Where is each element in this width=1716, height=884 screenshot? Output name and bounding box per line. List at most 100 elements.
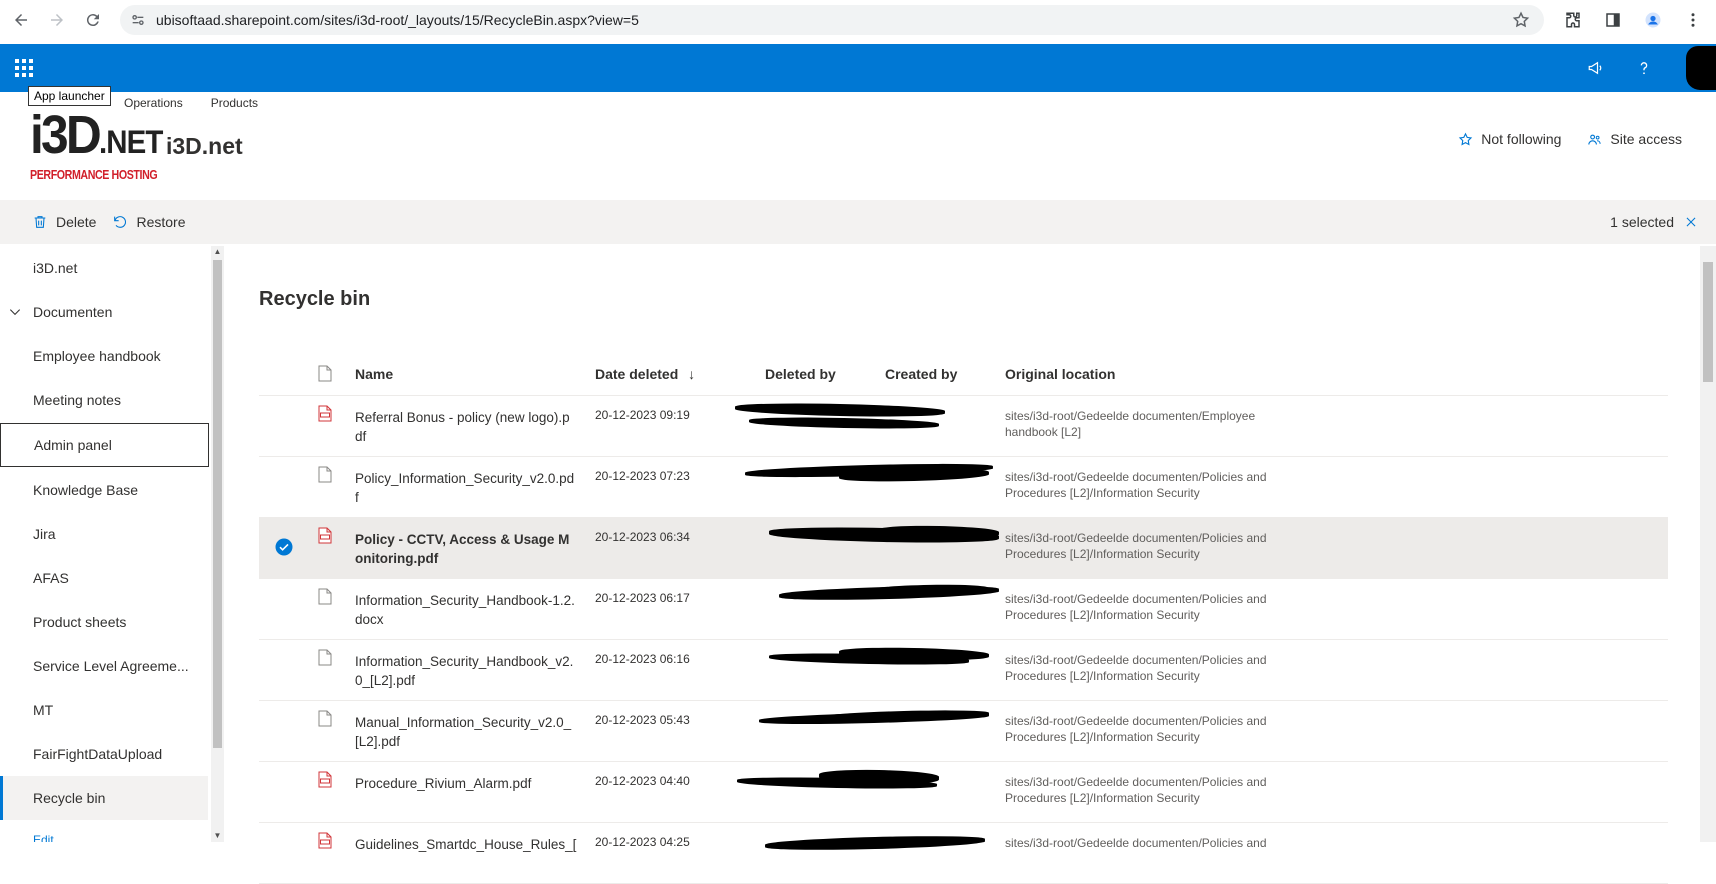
help-icon[interactable]: [1620, 44, 1668, 92]
column-deleted-by[interactable]: Deleted by: [765, 366, 836, 382]
table-row[interactable]: Information_Security_Handbook_v2.0_[L2].…: [259, 640, 1668, 701]
site-title[interactable]: i3D.net: [166, 133, 243, 160]
nav-item-recycle-bin[interactable]: Recycle bin: [0, 776, 208, 820]
side-panel-icon[interactable]: [1598, 5, 1628, 35]
file-icon: [318, 710, 332, 727]
nav-item-admin-panel[interactable]: Admin panel: [0, 423, 209, 467]
nav-scrollbar[interactable]: ▲ ▼: [211, 246, 224, 842]
nav-label: FairFightDataUpload: [33, 746, 163, 762]
forward-icon[interactable]: [44, 7, 70, 33]
date-deleted: 20-12-2023 09:19: [595, 408, 690, 422]
nav-label: Meeting notes: [33, 392, 121, 408]
file-icon: [318, 588, 332, 605]
scroll-down-arrow-icon[interactable]: ▼: [213, 832, 222, 840]
nav-label: Knowledge Base: [33, 482, 139, 498]
follow-button[interactable]: Not following: [1458, 131, 1561, 147]
hub-nav-products[interactable]: Products: [211, 96, 258, 110]
original-location: sites/i3d-root/Gedeelde documenten/Emplo…: [1005, 409, 1256, 439]
url-text[interactable]: ubisoftaad.sharepoint.com/sites/i3d-root…: [156, 12, 639, 28]
reload-icon[interactable]: [80, 7, 106, 33]
trash-icon: [34, 216, 46, 228]
nav-scroll-thumb[interactable]: [213, 260, 222, 748]
nav-item-product-sheets[interactable]: Product sheets: [0, 600, 208, 644]
table-row[interactable]: Procedure_Rivium_Alarm.pdf 20-12-2023 04:…: [259, 762, 1668, 823]
site-info-icon[interactable]: [130, 12, 146, 28]
nav-item-meeting-notes[interactable]: Meeting notes: [0, 378, 208, 422]
file-name[interactable]: Information_Security_Handbook_v2.0_[L2].…: [355, 652, 577, 690]
main-scrollbar[interactable]: [1700, 246, 1716, 842]
file-name[interactable]: Referral Bonus - policy (new logo).pdf: [355, 408, 577, 446]
date-deleted: 20-12-2023 06:34: [595, 530, 690, 544]
undo-icon: [114, 216, 127, 228]
file-name[interactable]: Policy_Information_Security_v2.0.pdf: [355, 469, 577, 507]
file-name[interactable]: Guidelines_Smartdc_House_Rules_[: [355, 835, 577, 854]
nav-item-jira[interactable]: Jira: [0, 512, 208, 556]
hub-navigation: Operations Products: [124, 96, 258, 110]
file-name[interactable]: Procedure_Rivium_Alarm.pdf: [355, 774, 577, 793]
logo-suffix-text: .NET: [99, 124, 163, 160]
logo-main-text: i3D: [30, 105, 102, 165]
date-deleted: 20-12-2023 07:23: [595, 469, 690, 483]
redacted-avatar: [1686, 46, 1716, 90]
extensions-icon[interactable]: [1558, 5, 1588, 35]
column-name[interactable]: Name: [355, 366, 393, 382]
browser-menu-icon[interactable]: [1678, 5, 1708, 35]
pdf-file-icon: [318, 771, 332, 788]
date-deleted: 20-12-2023 06:16: [595, 652, 690, 666]
table-row[interactable]: Referral Bonus - policy (new logo).pdf 20…: [259, 396, 1668, 457]
table-row[interactable]: Policy_Information_Security_v2.0.pdf 20-1…: [259, 457, 1668, 518]
nav-label: i3D.net: [33, 260, 78, 276]
nav-item-documenten[interactable]: Documenten: [0, 290, 208, 334]
column-date-deleted[interactable]: Date deleted ↓: [595, 366, 695, 382]
app-launcher-icon[interactable]: [0, 44, 48, 92]
date-deleted: 20-12-2023 05:43: [595, 713, 690, 727]
nav-label: Product sheets: [33, 614, 127, 630]
site-access-button[interactable]: Site access: [1587, 131, 1682, 147]
nav-item-home[interactable]: i3D.net: [0, 246, 208, 290]
original-location: sites/i3d-root/Gedeelde documenten/Polic…: [1005, 714, 1267, 744]
address-bar[interactable]: ubisoftaad.sharepoint.com/sites/i3d-root…: [120, 5, 1544, 35]
profile-icon[interactable]: [1638, 5, 1668, 35]
nav-item-afas[interactable]: AFAS: [0, 556, 208, 600]
main-scroll-thumb[interactable]: [1703, 262, 1713, 382]
nav-item-fairfight[interactable]: FairFightDataUpload: [0, 732, 208, 776]
command-bar: Delete Restore 1 selected: [0, 200, 1716, 244]
file-name[interactable]: Manual_Information_Security_v2.0_[L2].pd…: [355, 713, 577, 751]
table-row[interactable]: Manual_Information_Security_v2.0_[L2].pd…: [259, 701, 1668, 762]
table-row[interactable]: Policy - CCTV, Access & Usage Monitoring…: [259, 518, 1668, 579]
nav-label: Service Level Agreeme...: [33, 658, 189, 674]
nav-edit-link[interactable]: Edit: [0, 818, 208, 842]
nav-label: Admin panel: [34, 437, 112, 453]
redaction-mark: [748, 416, 940, 430]
site-logo[interactable]: i3D.NET PERFORMANCE HOSTING: [30, 108, 163, 182]
pdf-file-icon: [318, 527, 332, 544]
table-row[interactable]: Guidelines_Smartdc_House_Rules_[20-12-20…: [259, 823, 1668, 884]
restore-button[interactable]: Restore: [104, 200, 193, 244]
bookmark-star-icon[interactable]: [1512, 11, 1530, 29]
clear-selection-icon[interactable]: [1684, 215, 1698, 229]
column-created-by[interactable]: Created by: [885, 366, 957, 382]
row-checked-icon[interactable]: [275, 538, 293, 556]
column-original-location[interactable]: Original location: [1005, 366, 1115, 382]
file-name[interactable]: Policy - CCTV, Access & Usage Monitoring…: [355, 530, 577, 568]
back-icon[interactable]: [8, 7, 34, 33]
follow-label: Not following: [1481, 131, 1562, 147]
scroll-up-arrow-icon[interactable]: ▲: [213, 248, 222, 256]
page-title: Recycle bin: [259, 288, 371, 310]
nav-item-mt[interactable]: MT: [0, 688, 208, 732]
megaphone-icon[interactable]: [1572, 44, 1620, 92]
nav-item-knowledge-base[interactable]: Knowledge Base: [0, 468, 208, 512]
nav-item-employee-handbook[interactable]: Employee handbook: [0, 334, 208, 378]
nav-item-sla[interactable]: Service Level Agreeme...: [0, 644, 208, 688]
hub-nav-operations[interactable]: Operations: [124, 96, 183, 110]
delete-button[interactable]: Delete: [24, 200, 104, 244]
file-type-header-icon[interactable]: [318, 365, 332, 382]
people-icon: [1588, 134, 1602, 145]
file-name[interactable]: Information_Security_Handbook-1.2.docx: [355, 591, 577, 629]
column-date-deleted-label: Date deleted: [595, 366, 679, 382]
chevron-down-icon[interactable]: [8, 305, 22, 319]
suite-bar: [0, 44, 1716, 92]
nav-label: Employee handbook: [33, 348, 161, 364]
redaction-mark: [764, 834, 986, 852]
table-row[interactable]: Information_Security_Handbook-1.2.docx 20…: [259, 579, 1668, 640]
